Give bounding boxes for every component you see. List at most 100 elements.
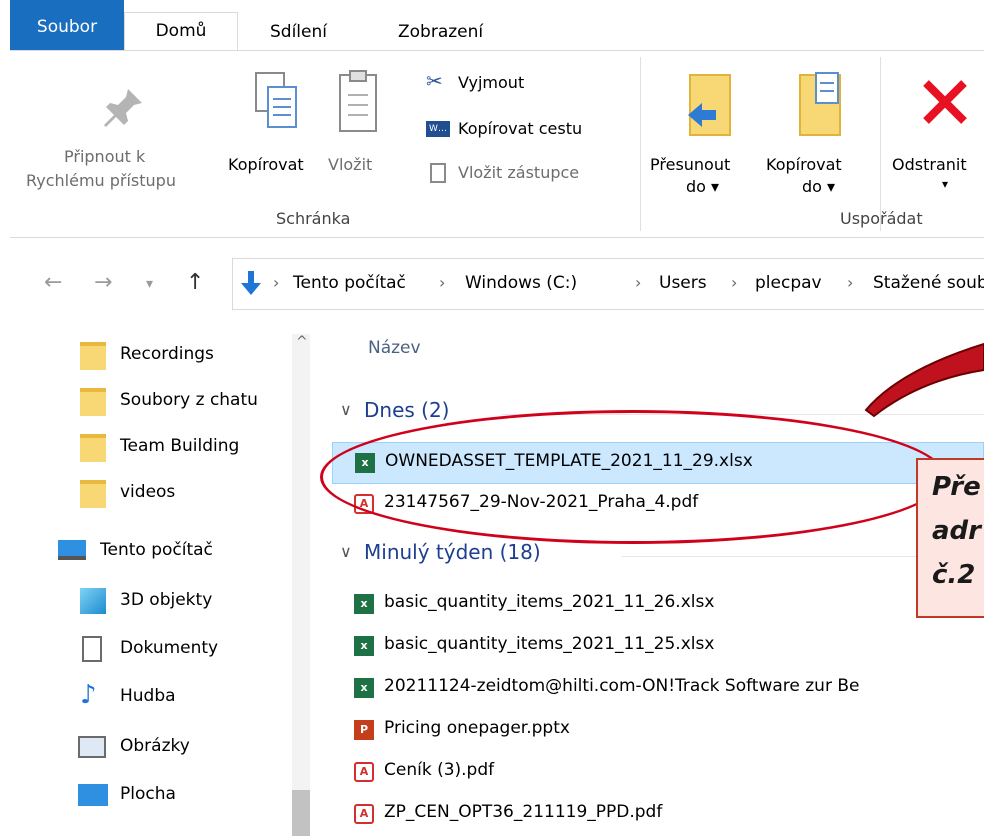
nav-item-this-pc[interactable]: Tento počítač (10, 530, 290, 576)
folder-icon (80, 388, 106, 416)
delete-x-icon (923, 80, 967, 124)
pin-icon (104, 89, 142, 127)
navigation-pane: Recordings Soubory z chatu Team Building… (10, 334, 310, 836)
paste-button[interactable]: Vložit (324, 57, 404, 197)
breadcrumb-this-pc[interactable]: Tento počítač (293, 273, 406, 293)
tab-sdileni[interactable]: Sdílení (270, 14, 327, 50)
ribbon-tabs: Soubor Domů Sdílení Zobrazení (10, 0, 984, 51)
collapse-chevron-icon[interactable]: ∨ (340, 400, 352, 419)
callout-line1: Pře (932, 472, 981, 502)
excel-file-icon: x (354, 594, 374, 614)
file-explorer-window: Soubor Domů Sdílení Zobrazení Připnout k… (0, 0, 984, 836)
file-row[interactable]: x basic_quantity_items_2021_11_26.xlsx (332, 584, 984, 624)
powerpoint-file-icon: P (354, 720, 374, 740)
forward-arrow-icon[interactable]: → (94, 270, 112, 295)
group-header-last-week[interactable]: Minulý týden (18) (364, 540, 541, 564)
folder-icon (80, 434, 106, 462)
breadcrumb-users[interactable]: Users (659, 273, 707, 293)
scroll-up-icon[interactable]: ^ (296, 334, 308, 350)
nav-item-pictures[interactable]: Obrázky (10, 726, 290, 772)
desktop-icon (78, 784, 108, 806)
file-row[interactable]: A ZP_CEN_OPT36_211119_PPD.pdf (332, 794, 984, 834)
annotation-callout: Pře adr č.2 (916, 458, 984, 618)
pin-label-line1: Připnout k (64, 147, 146, 166)
nav-item-label: Plocha (120, 784, 176, 804)
delete-label: Odstranit (892, 155, 967, 174)
tab-domu[interactable]: Domů (124, 12, 238, 51)
tab-zobrazeni[interactable]: Zobrazení (398, 14, 483, 50)
nav-item-documents[interactable]: Dokumenty (10, 628, 290, 674)
clipboard-icon (339, 70, 377, 132)
file-row[interactable]: A Ceník (3).pdf (332, 752, 984, 792)
breadcrumb-chevron-icon: › (635, 273, 642, 292)
file-row[interactable]: x 20211124-zeidtom@hilti.com-ON!Track So… (332, 668, 984, 708)
breadcrumb-chevron-icon: › (731, 273, 738, 292)
nav-item-desktop[interactable]: Plocha (10, 774, 290, 820)
copy-to-button[interactable]: Kopírovat do ▾ (766, 57, 876, 207)
nav-item-videos[interactable]: videos (10, 472, 290, 518)
tab-soubor[interactable]: Soubor (10, 0, 124, 50)
nav-item-label: videos (120, 482, 176, 502)
move-to-label-line1: Přesunout (650, 155, 731, 174)
nav-item-music[interactable]: ♪ Hudba (10, 676, 290, 722)
copy-button[interactable]: Kopírovat (228, 57, 318, 197)
callout-line2: adr (932, 516, 981, 546)
folder-icon (80, 342, 106, 370)
address-bar[interactable]: › Tento počítač › Windows (C:) › Users ›… (232, 258, 984, 310)
music-icon: ♪ (80, 680, 97, 710)
column-header-name[interactable]: Název (368, 338, 421, 358)
nav-item-label: 3D objekty (120, 590, 213, 610)
up-arrow-icon[interactable]: ↑ (186, 270, 204, 295)
nav-item-3d-objects[interactable]: 3D objekty (10, 580, 290, 626)
pin-quick-access-button[interactable]: Připnout k Rychlému přístupu (24, 57, 224, 197)
file-row[interactable]: x basic_quantity_items_2021_11_25.xlsx (332, 626, 984, 666)
nav-item-recordings[interactable]: Recordings (10, 334, 290, 380)
breadcrumb-downloads[interactable]: Stažené soubory (873, 273, 984, 293)
recent-locations-icon[interactable]: ▾ (146, 276, 153, 292)
nav-scrollbar-thumb[interactable] (292, 790, 310, 836)
pdf-file-icon: A (354, 762, 374, 782)
breadcrumb-chevron-icon: › (439, 273, 446, 292)
file-name: Pricing onepager.pptx (384, 718, 570, 738)
navigation-bar: ← → ▾ ↑ › Tento počítač › Windows (C:) ›… (10, 236, 984, 334)
cut-button[interactable]: ✂ Vyjmout (418, 69, 618, 99)
downloads-icon (241, 271, 261, 295)
delete-button[interactable]: Odstranit ▾ (888, 57, 984, 207)
group-divider (880, 57, 881, 231)
copy-path-button[interactable]: W… Kopírovat cestu (418, 115, 638, 145)
organize-group-title: Uspořádat (840, 209, 923, 228)
nav-item-label: Team Building (120, 436, 240, 456)
annotation-arrow (864, 342, 984, 418)
copy-to-label-line2: do ▾ (802, 177, 836, 196)
3d-objects-icon (80, 588, 106, 614)
group-divider (640, 57, 641, 231)
file-name: ZP_CEN_OPT36_211119_PPD.pdf (384, 802, 663, 822)
documents-icon (82, 636, 102, 662)
copy-path-icon: W… (426, 121, 450, 137)
group-header-today[interactable]: Dnes (2) (364, 398, 450, 422)
paste-label: Vložit (328, 155, 373, 174)
file-row[interactable]: P Pricing onepager.pptx (332, 710, 984, 750)
back-arrow-icon[interactable]: ← (44, 270, 62, 295)
breadcrumb-plecpav[interactable]: plecpav (755, 273, 822, 293)
excel-file-icon: x (354, 636, 374, 656)
nav-item-team-building[interactable]: Team Building (10, 426, 290, 472)
callout-line3: č.2 (932, 560, 976, 590)
move-to-button[interactable]: Přesunout do ▾ (650, 57, 760, 207)
file-name: basic_quantity_items_2021_11_25.xlsx (384, 634, 715, 654)
nav-item-label: Hudba (120, 686, 176, 706)
nav-item-label: Tento počítač (100, 540, 213, 560)
paste-shortcut-label: Vložit zástupce (458, 163, 580, 182)
excel-file-icon: x (354, 678, 374, 698)
nav-item-soubory-z-chatu[interactable]: Soubory z chatu (10, 380, 290, 426)
pdf-file-icon: A (354, 804, 374, 824)
pictures-icon (78, 736, 106, 758)
nav-item-label: Recordings (120, 344, 214, 364)
copy-folder-icon (799, 72, 841, 136)
ribbon-home: Připnout k Rychlému přístupu Kopírovat V… (10, 50, 984, 238)
breadcrumb-windows-c[interactable]: Windows (C:) (465, 273, 577, 293)
clipboard-group-title: Schránka (276, 209, 351, 228)
nav-scrollbar[interactable] (292, 334, 310, 836)
collapse-chevron-icon[interactable]: ∨ (340, 542, 352, 561)
paste-shortcut-button[interactable]: Vložit zástupce (418, 159, 638, 189)
